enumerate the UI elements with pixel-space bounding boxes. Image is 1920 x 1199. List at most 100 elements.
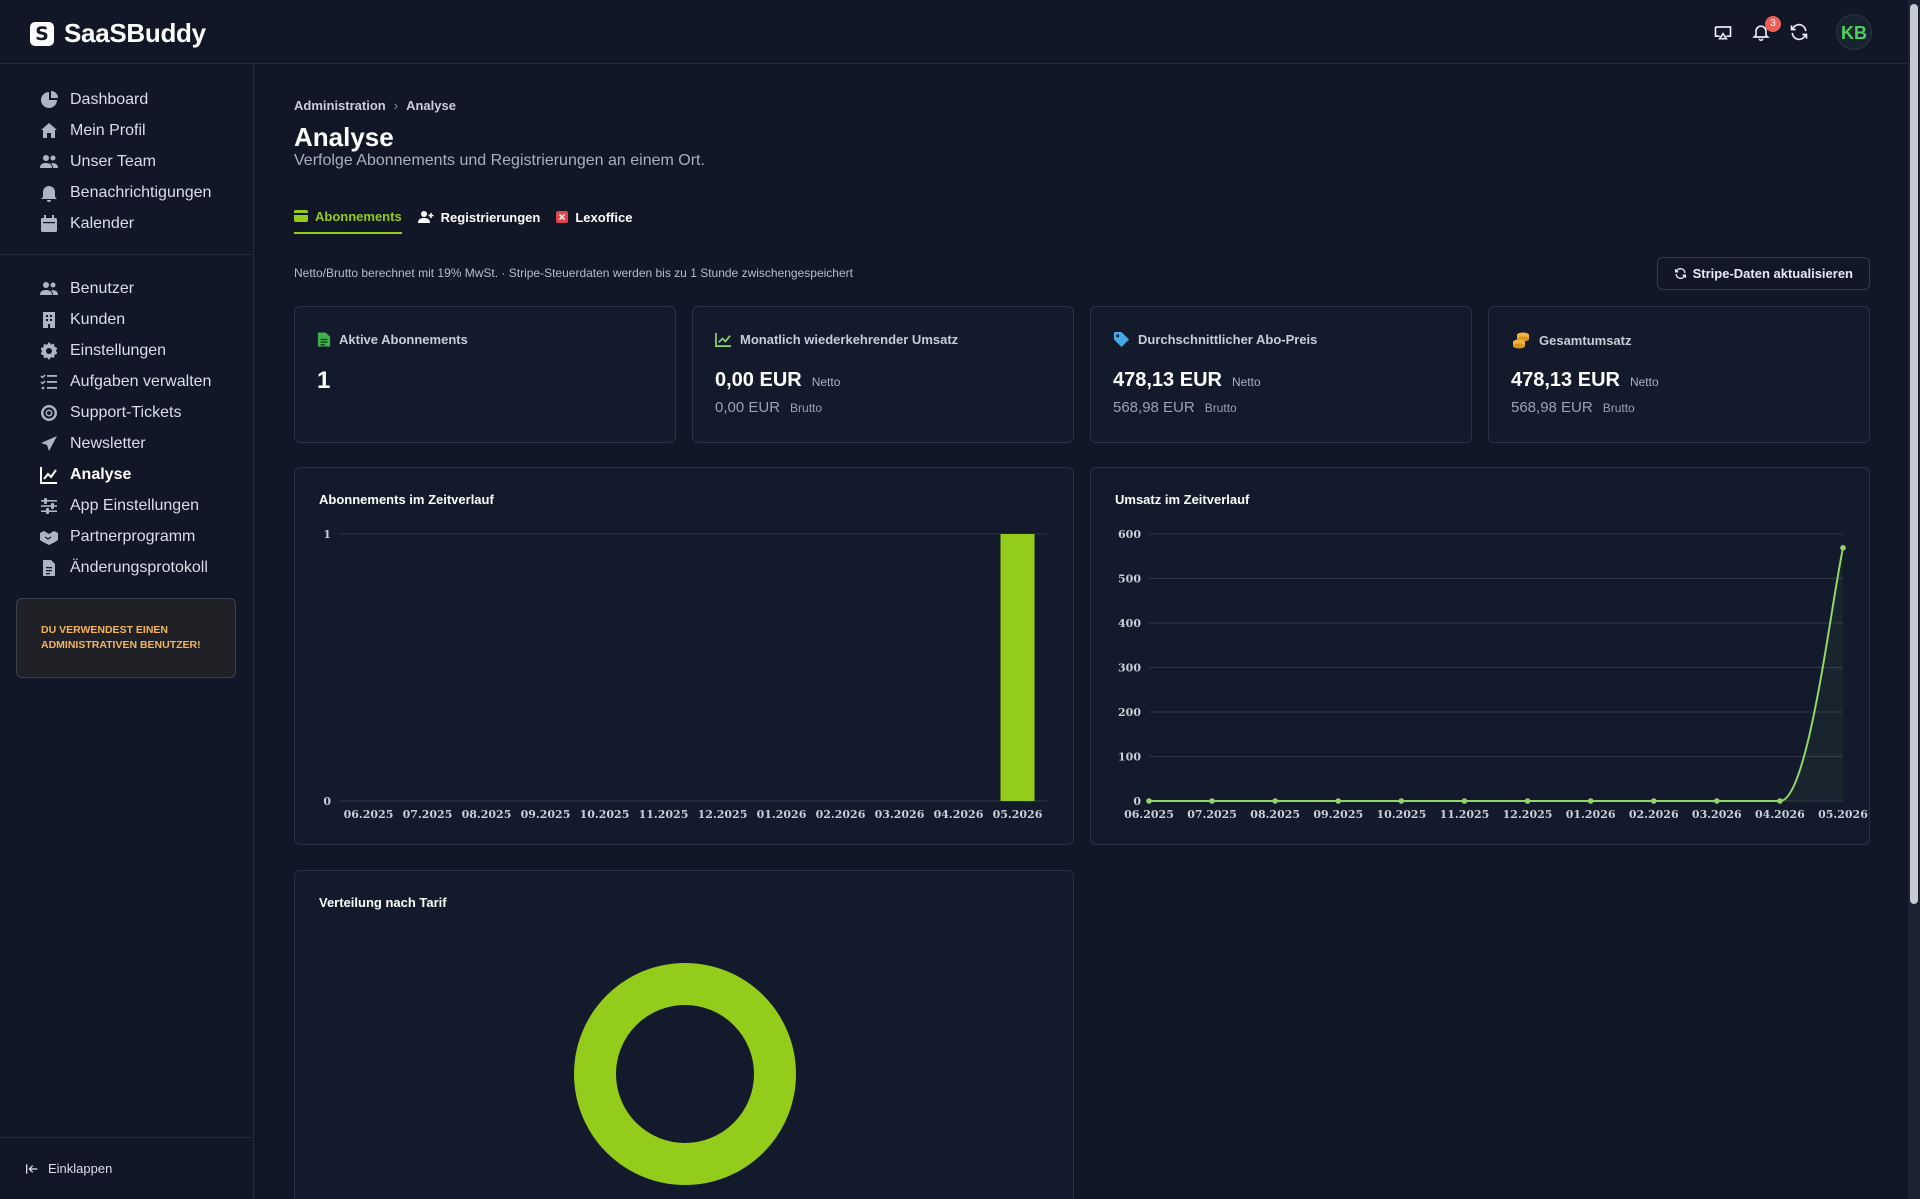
data-point [1650,798,1657,804]
sidebar-item-dashboard[interactable]: Dashboard [0,84,253,115]
sidebar-item-benutzer[interactable]: Benutzer [0,273,253,304]
coins-icon [1513,332,1529,349]
sidebar-item-label: Benachrichtigungen [70,183,212,201]
x-tick-label: 03.2026 [1692,808,1742,821]
sidebar-item-newsletter[interactable]: Newsletter [0,428,253,459]
logo-mark: S [30,21,54,46]
sidebar-item-label: Mein Profil [70,121,146,139]
app-logo[interactable]: S SaaSBuddy [30,18,206,49]
tab-label: Lexoffice [575,209,633,225]
revenue-line-chart: 0 100 200 300 400 500 600 06.2025 07.2025 08.2025… [1118,528,1868,821]
top-bar: S SaaSBuddy 3 KB [0,0,1908,64]
sidebar-item-label: Newsletter [70,434,146,452]
avatar[interactable]: KB [1836,14,1872,50]
sidebar-item-label: Partnerprogramm [70,527,196,545]
bell-icon[interactable]: 3 [1750,16,1781,43]
sidebar-item-mein-profil[interactable]: Mein Profil [0,115,253,146]
sidebar-item-benachrichtigungen[interactable]: Benachrichtigungen [0,177,253,208]
stat-gross-value: 568,98 EUR [1511,399,1593,416]
data-point [1840,544,1846,551]
y-tick-label: 0 [1133,795,1141,808]
sidebar-item-label: Kalender [70,214,135,232]
stat-header: Aktive Abonnements [317,331,468,348]
sidebar-item-label: Support-Tickets [70,403,182,421]
page-title: Analyse [294,122,394,152]
sidebar: Dashboard Mein Profil Unser Team Benachrich… [0,64,254,1199]
stat-net: 478,13 EUR Netto [1113,369,1261,392]
x-tick-label: 11.2025 [639,808,689,821]
stat-card-active-subscriptions: Aktive Abonnements 1 [294,306,676,443]
stat-net: 478,13 EUR Netto [1511,369,1659,392]
sidebar-item-analyse[interactable]: Analyse [0,459,253,490]
sidebar-item-einstellungen[interactable]: Einstellungen [0,335,253,366]
file-icon [43,559,55,576]
data-point [1335,798,1342,804]
data-point [1524,798,1531,804]
data-point [1272,798,1278,804]
sidebar-group-admin: Benutzer Kunden Einstellungen Aufgaben verw… [0,259,253,583]
sidebar-item-aufgaben-verwalten[interactable]: Aufgaben verwalten [0,366,253,397]
sidebar-item-änderungsprotokoll[interactable]: Änderungsprotokoll [0,552,253,583]
pie-slice [574,963,796,1185]
admin-notice: DU VERWENDEST EINEN ADMINISTRATIVEN BENU… [16,598,236,678]
x-tick-label: 11.2025 [1440,808,1490,821]
x-tick-label: 10.2025 [580,808,630,821]
x-tick-label: 07.2025 [1187,808,1237,821]
x-tick-label: 01.2026 [757,808,807,821]
data-point [1209,798,1215,804]
x-tick-label: 01.2026 [1566,808,1616,821]
x-tick-label: 06.2025 [1124,808,1174,821]
breadcrumb-item-administration[interactable]: Administration [294,98,386,113]
tab-registrierungen[interactable]: Registrierungen [417,206,541,234]
sidebar-item-kalender[interactable]: Kalender [0,208,253,239]
x-tick-label: 10.2025 [1376,808,1426,821]
subscriptions-bar-chart: 0 1 06.2025 07.2025 08.2025 09.2025 10.2025 11.… [323,528,1047,821]
refresh-icon[interactable] [1788,21,1810,43]
sidebar-item-partnerprogramm[interactable]: Partnerprogramm [0,521,253,552]
area-fill [1149,547,1843,801]
lifebuoy-icon [41,404,57,421]
stat-card-mrr: Monatlich wiederkehrender Umsatz 0,00 EU… [692,306,1074,443]
stat-card-avg-price: Durchschnittlicher Abo-Preis 478,13 EUR … [1090,306,1472,443]
users-icon [40,281,58,295]
page-scrollbar[interactable] [1908,0,1920,1199]
x-tick-label: 09.2025 [1313,808,1363,821]
collapse-label: Einklappen [48,1161,113,1176]
y-tick-label: 600 [1118,528,1141,541]
x-tick-label: 02.2026 [1629,808,1679,821]
stat-gross: 568,98 EUR Brutto [1511,399,1635,416]
sidebar-item-app-einstellungen[interactable]: App Einstellungen [0,490,253,521]
sync-icon [1674,268,1686,279]
x-tick-label: 09.2025 [521,808,571,821]
tab-abonnements[interactable]: Abonnements [294,206,402,234]
sidebar-item-label: Einstellungen [70,341,167,359]
refresh-button-label: Stripe-Daten aktualisieren [1692,266,1853,281]
trend-chart-icon [715,332,732,347]
cast-icon[interactable] [1712,21,1734,43]
stat-gross-label: Brutto [1602,401,1635,415]
sidebar-item-label: Analyse [70,465,132,483]
stat-header: Monatlich wiederkehrender Umsatz [715,331,958,348]
scrollbar-thumb[interactable] [1910,4,1918,904]
data-point [1777,798,1783,804]
chart-card-revenue: Umsatz im Zeitverlauf 0 100 200 300 400 500 60… [1090,467,1870,845]
tab-lexoffice[interactable]: Lexoffice [556,206,632,234]
stat-header: Durchschnittlicher Abo-Preis [1113,331,1317,348]
data-point [1587,798,1594,804]
sidebar-item-label: Unser Team [70,152,156,170]
tab-label: Registrierungen [440,209,541,225]
sidebar-item-kunden[interactable]: Kunden [0,304,253,335]
x-tick-label: 04.2026 [1755,808,1805,821]
sidebar-item-unser-team[interactable]: Unser Team [0,146,253,177]
building-icon [43,311,55,328]
sidebar-item-support-tickets[interactable]: Support-Tickets [0,397,253,428]
y-tick-label: 1 [323,528,331,541]
chart-card-subscriptions: Abonnements im Zeitverlauf 0 1 06.2025 07.2… [294,467,1074,845]
pie-chart-icon [41,90,58,108]
stat-card-total-revenue: Gesamtumsatz 478,13 EUR Netto 568,98 EUR… [1488,306,1870,443]
refresh-stripe-button[interactable]: Stripe-Daten aktualisieren [1656,257,1870,290]
collapse-button[interactable]: Einklappen [0,1137,254,1199]
x-tick-label: 05.2026 [993,808,1043,821]
stat-net-label: Netto [811,375,841,389]
x-tick-label: 08.2025 [462,808,512,821]
